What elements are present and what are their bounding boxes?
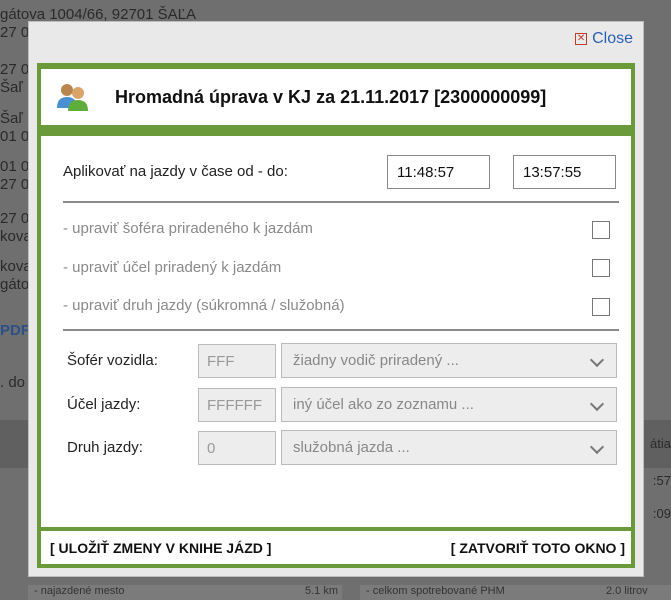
bg-footer-right-value: 2.0 litrov xyxy=(600,585,671,600)
bg-text: 27 0 xyxy=(0,61,30,78)
divider xyxy=(63,201,619,203)
close-icon: ✕ xyxy=(575,33,588,45)
bg-footer-left: - najazdené mesto xyxy=(28,585,278,600)
divider xyxy=(63,329,619,331)
purpose-code-input[interactable] xyxy=(198,388,276,422)
driver-label: Šofér vozidla: xyxy=(67,352,158,369)
bg-footer-left-value: 5.1 km xyxy=(278,585,342,600)
bg-footer-left-label: - najazdené mesto xyxy=(34,585,125,597)
bg-text: Šaľ xyxy=(0,110,23,127)
chevron-down-icon xyxy=(589,352,605,368)
driver-code-input[interactable] xyxy=(198,344,276,378)
trip-type-select[interactable]: služobná jazda ... xyxy=(281,430,617,465)
driver-select[interactable]: žiadny vodič priradený ... xyxy=(281,343,617,378)
option-type-label: - upraviť druh jazdy (súkromná / služobn… xyxy=(63,297,345,314)
option-driver-checkbox[interactable] xyxy=(592,221,610,239)
dialog-frame: Hromadná úprava v KJ za 21.11.2017 [2300… xyxy=(37,63,635,568)
dialog-footer: [ ULOŽIŤ ZMENY V KNIHE JÁZD ] [ ZATVORIŤ… xyxy=(41,531,631,564)
apply-time-label: Aplikovať na jazdy v čase od - do: xyxy=(63,163,288,180)
users-icon xyxy=(55,82,89,112)
bg-text: kova xyxy=(0,258,32,275)
driver-select-value: žiadny vodič priradený ... xyxy=(293,352,459,369)
purpose-select[interactable]: iný účel ako zo zoznamu ... xyxy=(281,387,617,422)
trip-type-code-input[interactable] xyxy=(198,431,276,465)
bg-footer-right: - celkom spotrebované PHM xyxy=(360,585,600,600)
time-from-input[interactable] xyxy=(387,155,490,189)
trip-type-select-value: služobná jazda ... xyxy=(293,439,410,456)
bg-column-header: átia xyxy=(650,436,671,451)
bg-text: Šaľ xyxy=(0,79,23,96)
bg-text: 27 0 xyxy=(0,24,30,41)
bg-text: gáto xyxy=(0,276,30,293)
trip-type-label: Druh jazdy: xyxy=(67,439,143,456)
bg-text: . do xyxy=(0,374,26,391)
option-purpose-label: - upraviť účel priradený k jazdám xyxy=(63,259,282,276)
bulk-edit-dialog: ✕ Close Hromadná úprava v KJ za 21.11.20… xyxy=(28,21,644,577)
dialog-content: Aplikovať na jazdy v čase od - do: - upr… xyxy=(41,136,631,527)
option-type-checkbox[interactable] xyxy=(592,298,610,316)
option-purpose-checkbox[interactable] xyxy=(592,259,610,277)
bg-text: 01 0 xyxy=(0,128,30,145)
bg-time: :09 xyxy=(652,506,671,521)
bg-text: 01 0 xyxy=(0,158,30,175)
time-to-input[interactable] xyxy=(513,155,616,189)
bg-text: 27 0 xyxy=(0,176,30,193)
save-changes-button[interactable]: [ ULOŽIŤ ZMENY V KNIHE JÁZD ] xyxy=(50,540,271,556)
bg-text: 27 0 xyxy=(0,210,30,227)
purpose-label: Účel jazdy: xyxy=(67,396,141,413)
chevron-down-icon xyxy=(589,396,605,412)
bg-pdf-link: PDF xyxy=(0,322,30,339)
bg-time: :57 xyxy=(652,473,671,488)
dialog-titlebar: ✕ Close xyxy=(29,22,643,59)
dialog-header: Hromadná úprava v KJ za 21.11.2017 [2300… xyxy=(41,69,631,125)
close-window-button[interactable]: [ ZATVORIŤ TOTO OKNO ] xyxy=(451,540,625,556)
dialog-title: Hromadná úprava v KJ za 21.11.2017 [2300… xyxy=(115,86,547,107)
purpose-select-value: iný účel ako zo zoznamu ... xyxy=(293,396,474,413)
option-driver-label: - upraviť šoféra priradeného k jazdám xyxy=(63,220,313,237)
chevron-down-icon xyxy=(589,439,605,455)
close-button[interactable]: ✕ Close xyxy=(575,30,633,48)
bg-text: kova xyxy=(0,228,32,245)
close-label: Close xyxy=(592,30,633,47)
